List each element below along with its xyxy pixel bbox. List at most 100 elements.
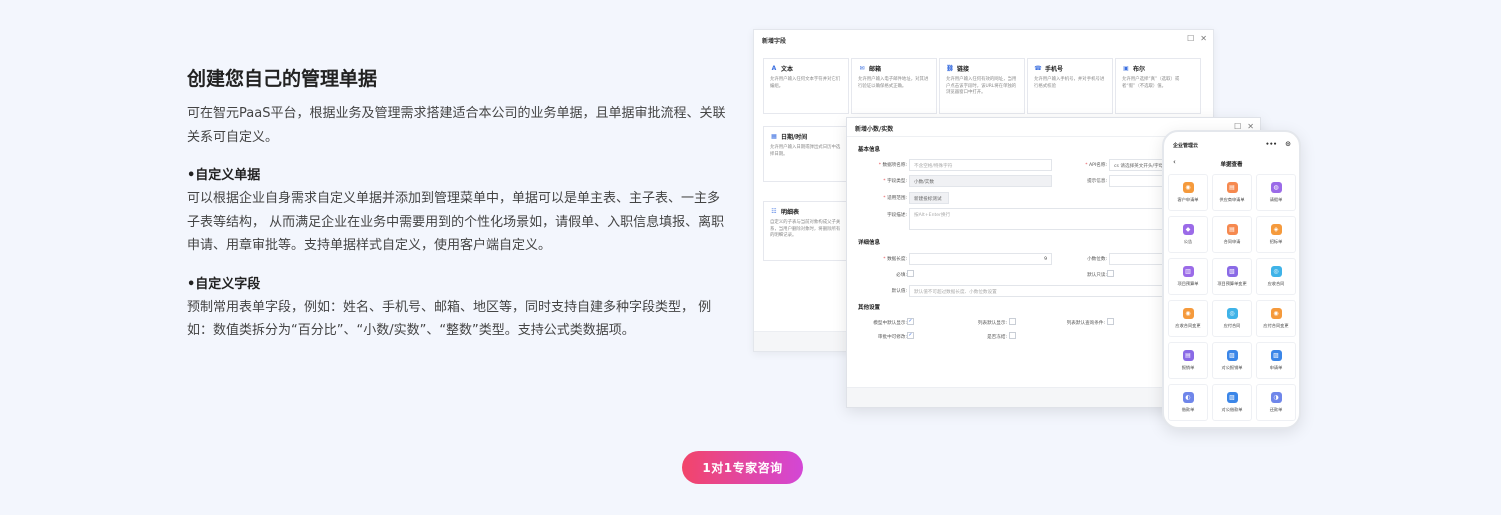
field-card-desc: 允许用户输入任何有效的网址，当用户点击该字段时，该URL将在单独的浏览器窗口中打… — [946, 77, 1017, 95]
custom-doc-text: 可以根据企业自身需求自定义单据并添加到管理菜单中，单据可以是单主表、主子表、一主… — [187, 191, 725, 253]
expert-consult-button[interactable]: 1对1专家咨询 — [682, 451, 803, 484]
more-icon[interactable]: ••• — [1265, 141, 1277, 148]
document-tile[interactable]: ▤ 供应商申请单 — [1212, 174, 1252, 211]
decimal-places-label: 小数位数: — [1087, 257, 1107, 262]
field-card-phone[interactable]: ☎ 手机号允许用户输入手机号，并对手机号进行格式校验 — [1027, 58, 1113, 114]
field-card-mail[interactable]: ✉ 邮箱 允许用户输入电子邮件地址，对其进行验证以确保格式正确。 — [851, 58, 937, 114]
document-label: 申请单 — [1269, 365, 1283, 370]
document-label: 应付合同 — [1223, 323, 1241, 328]
field-card-title: 手机号 — [1045, 66, 1064, 73]
document-tile[interactable]: ◉ 客户申请单 — [1168, 174, 1208, 211]
document-icon: ▤ — [1226, 224, 1238, 235]
field-card-calendar[interactable]: ▦ 日期/时间 允许用户输入日期或弹出式日历中选择日期。 — [763, 126, 849, 182]
field-card-desc: 允许用户输入日期或弹出式日历中选择日期。 — [770, 145, 841, 157]
custom-field-text: 预制常用表单字段，例如：姓名、手机号、邮箱、地区等，同时支持自建多种字段类型， … — [187, 299, 712, 339]
name-label: * 数据项名称: — [878, 163, 907, 168]
length-label: * 数据长度: — [883, 257, 907, 262]
default-input[interactable]: 默认值不可超过数据长度、小数位数设置 — [909, 285, 1167, 297]
model-default-label: 模型中默认显示: — [873, 321, 907, 326]
decimal-places-input[interactable] — [1109, 253, 1169, 265]
bool-icon: ▣ — [1123, 65, 1129, 72]
document-tile[interactable]: ▨ 申请单 — [1256, 342, 1296, 379]
page-title: 单据查看 — [1220, 162, 1243, 168]
document-tile[interactable]: ◈ 招标单 — [1256, 216, 1296, 253]
approval-edit-label: 审批中可修改: — [877, 335, 907, 340]
document-label: 项目预算单 — [1177, 281, 1199, 286]
document-tile[interactable]: ◉ 应付合同变更 — [1256, 300, 1296, 337]
document-tile[interactable]: ◆ 公告 — [1168, 216, 1208, 253]
approval-edit-checkbox[interactable]: ✓ — [907, 332, 914, 339]
field-card-desc: 允许用户输入任何文本字符并对它们编组。 — [770, 77, 841, 89]
document-tile[interactable]: ▥ 项目预算单 — [1168, 258, 1208, 295]
field-card-text[interactable]: A 文本允许用户输入任何文本字符并对它们编组。 — [763, 58, 849, 114]
list-query-checkbox[interactable] — [1107, 318, 1114, 325]
tip-input[interactable] — [1109, 175, 1169, 187]
document-icon: ▧ — [1226, 266, 1238, 277]
document-icon: ▥ — [1182, 266, 1194, 277]
document-tile[interactable]: ◑ 还款单 — [1256, 384, 1296, 421]
document-tile[interactable]: ▧ 项目预算单变更 — [1212, 258, 1252, 295]
phone-icon: ☎ — [1034, 65, 1042, 72]
field-card-table[interactable]: ☷ 明细表 自定义的子表与当前对象构成父子关系，当用户删除对象时，将删除所有的明细记… — [763, 201, 849, 261]
mail-icon: ✉ — [859, 65, 865, 72]
readonly-label: 默认只读: — [1087, 273, 1107, 278]
field-card-desc: 允许用户选择“真”（选取）或者“假”（不选取）值。 — [1122, 77, 1180, 89]
required-checkbox[interactable] — [907, 270, 914, 277]
length-input[interactable]: 9 — [909, 253, 1052, 265]
scope-label: * 适用范围: — [883, 196, 907, 201]
field-card-title: 布尔 — [1133, 66, 1146, 73]
document-icon: ◉ — [1270, 308, 1282, 319]
document-label: 对公借款单 — [1221, 407, 1243, 412]
text-icon: A — [771, 65, 777, 72]
required-label: 必填: — [896, 273, 907, 278]
back-icon[interactable]: ‹ — [1173, 158, 1176, 166]
field-card-desc: 允许用户输入手机号，并对手机号进行格式校验 — [1034, 77, 1105, 89]
other-settings-heading: 其他设置 — [858, 305, 881, 311]
document-icon: ◉ — [1182, 308, 1194, 319]
field-card-title: 文本 — [781, 66, 794, 73]
field-card-desc: 允许用户输入电子邮件地址，对其进行验证以确保格式正确。 — [858, 77, 929, 89]
document-tile[interactable]: ◍ 请假单 — [1256, 174, 1296, 211]
document-icon: ▨ — [1270, 350, 1282, 361]
feature-description: 创建您自己的管理单据 可在智元PaaS平台，根据业务及管理需求搭建适合本公司的业… — [187, 66, 732, 343]
document-tile[interactable]: ▨ 对公报销单 — [1212, 342, 1252, 379]
field-card-link[interactable]: ⛓ 链接 允许用户输入任何有效的网址，当用户点击该字段时，该URL将在单独的浏览器窗… — [939, 58, 1025, 114]
document-label: 公告 — [1183, 239, 1193, 244]
section-title: 创建您自己的管理单据 — [187, 68, 378, 90]
document-icon: ◑ — [1270, 392, 1282, 403]
document-tile[interactable]: ▤ 报销单 — [1168, 342, 1208, 379]
document-icon: ◐ — [1182, 392, 1194, 403]
target-icon[interactable]: ⊙ — [1285, 140, 1291, 148]
basic-info-heading: 基本信息 — [858, 147, 881, 153]
document-tile[interactable]: ◉ 应收合同变更 — [1168, 300, 1208, 337]
document-label: 请假单 — [1269, 197, 1283, 202]
model-default-checkbox[interactable]: ✓ — [907, 318, 914, 325]
maximize-icon[interactable]: ☐ — [1187, 34, 1194, 43]
document-tile[interactable]: ◎ 应付合同 — [1212, 300, 1252, 337]
scope-tag[interactable]: 新建投标测试 — [909, 192, 949, 204]
list-default-checkbox[interactable] — [1009, 318, 1016, 325]
readonly-checkbox[interactable] — [1107, 270, 1114, 277]
detail-info-heading: 详细信息 — [858, 240, 881, 246]
document-tile[interactable]: ▤ 合同申请 — [1212, 216, 1252, 253]
custom-doc-heading: •自定义单据 — [187, 168, 261, 183]
mobile-header: 企业管理云 ••• ⊙ — [1164, 132, 1299, 150]
api-input[interactable]: cs 请选择英文开头/字母 — [1109, 159, 1169, 171]
desc-label: 字段描述: — [887, 213, 907, 218]
field-card-desc: 自定义的子表与当前对象构成父子关系，当用户删除对象时，将删除所有的明细记录。 — [770, 220, 841, 238]
desc-input[interactable]: 按Alt+Enter换行 — [909, 208, 1167, 230]
close-icon[interactable]: ✕ — [1200, 34, 1207, 43]
default-label: 默认值: — [891, 289, 907, 294]
document-tile[interactable]: ▨ 对公借款单 — [1212, 384, 1252, 421]
field-card-bool[interactable]: ▣ 布尔允许用户选择“真”（选取）或者“假”（不选取）值。 — [1115, 58, 1201, 114]
document-label: 对公报销单 — [1221, 365, 1243, 370]
freeze-checkbox[interactable] — [1009, 332, 1016, 339]
name-input[interactable]: 不含空格/特殊字符 — [909, 159, 1052, 171]
document-tile[interactable]: ◐ 借款单 — [1168, 384, 1208, 421]
document-icon: ◉ — [1182, 182, 1194, 193]
document-tile[interactable]: ◎ 应收合同 — [1256, 258, 1296, 295]
document-label: 招标单 — [1269, 239, 1283, 244]
document-icon: ▨ — [1226, 350, 1238, 361]
calendar-icon: ▦ — [771, 133, 777, 140]
mobile-mockup: 企业管理云 ••• ⊙ ‹ 单据查看 ◉ 客户申请单 ▤ 供应商申请单 ◍ 请假单 ◆ 公告 ▤… — [1162, 130, 1301, 429]
